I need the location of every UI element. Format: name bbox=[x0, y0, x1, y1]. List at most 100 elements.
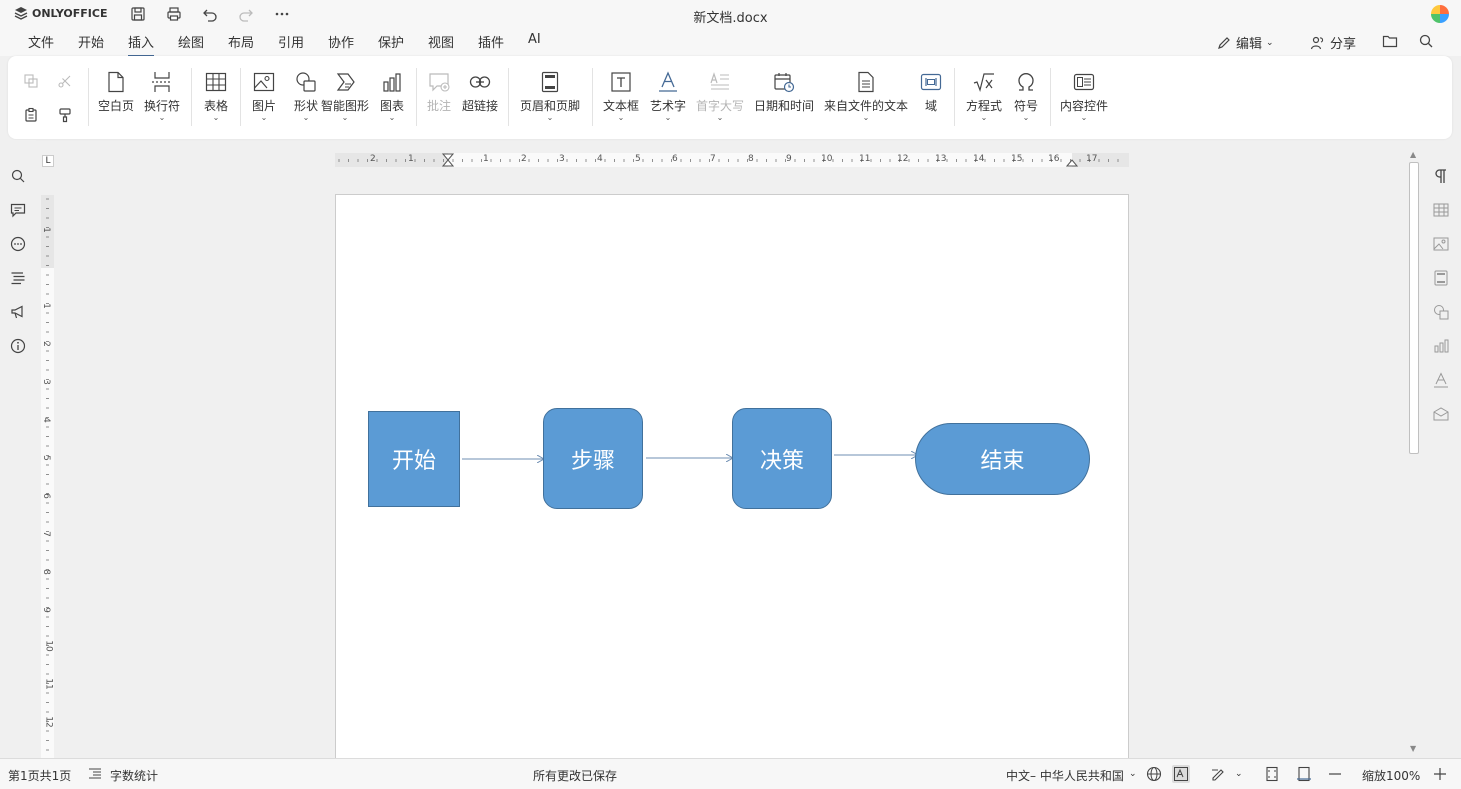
ruler-number: 11 bbox=[43, 678, 54, 690]
content-controls-button[interactable]: 内容控件 ⌄ bbox=[1058, 70, 1110, 130]
shape-settings-icon[interactable] bbox=[1431, 302, 1451, 322]
menu-home[interactable]: 开始 bbox=[78, 32, 104, 55]
zoom-in-icon[interactable] bbox=[1431, 765, 1449, 783]
text-art-button[interactable]: 艺术字 ⌄ bbox=[648, 70, 688, 130]
fit-page-icon[interactable] bbox=[1263, 765, 1281, 783]
paste-icon[interactable] bbox=[20, 104, 42, 126]
smartart-button[interactable]: 智能图形 ⌄ bbox=[320, 70, 370, 130]
feedback-icon[interactable] bbox=[8, 302, 28, 322]
flow-node-end[interactable]: 结束 bbox=[915, 423, 1090, 495]
shape-button[interactable]: 形状 ⌄ bbox=[290, 70, 322, 130]
text-from-file-button[interactable]: 来自文件的文本 ⌄ bbox=[822, 70, 910, 130]
format-painter-icon[interactable] bbox=[54, 104, 76, 126]
edit-mode-button[interactable]: 编辑 ⌄ bbox=[1216, 33, 1274, 52]
comments-icon[interactable] bbox=[8, 200, 28, 220]
language-selector[interactable]: 中文– 中华人民共和国 bbox=[1006, 767, 1124, 784]
text-box-button[interactable]: 文本框 ⌄ bbox=[600, 70, 642, 130]
menu-references[interactable]: 引用 bbox=[278, 32, 304, 55]
undo-icon[interactable] bbox=[200, 4, 220, 24]
share-button[interactable]: 分享 bbox=[1310, 33, 1356, 52]
search-icon[interactable] bbox=[1418, 33, 1434, 49]
navigation-icon[interactable] bbox=[8, 268, 28, 288]
menu-plugins[interactable]: 插件 bbox=[478, 32, 504, 55]
account-icon[interactable] bbox=[1431, 5, 1449, 23]
flow-node-step[interactable]: 步骤 bbox=[543, 408, 643, 509]
paragraph-settings-icon[interactable] bbox=[1431, 166, 1451, 186]
flow-node-decision[interactable]: 决策 bbox=[732, 408, 832, 509]
vertical-scrollbar[interactable]: ▲ ▼ bbox=[1408, 150, 1420, 758]
menu-collaborate[interactable]: 协作 bbox=[328, 32, 354, 55]
horizontal-ruler[interactable]: 2 1 1 2 3 4 5 6 7 8 9 10 11 12 13 14 15 … bbox=[335, 153, 1129, 167]
track-changes-icon[interactable] bbox=[1210, 765, 1228, 783]
image-button[interactable]: 图片 ⌄ bbox=[248, 70, 280, 130]
chevron-down-icon: ⌄ bbox=[158, 113, 166, 122]
table-icon bbox=[204, 70, 228, 94]
scroll-up-icon[interactable]: ▲ bbox=[1410, 150, 1416, 159]
header-footer-settings-icon[interactable] bbox=[1431, 268, 1451, 288]
field-icon bbox=[919, 70, 943, 94]
drop-cap-icon bbox=[708, 70, 732, 94]
image-settings-icon[interactable] bbox=[1431, 234, 1451, 254]
redo-icon[interactable] bbox=[236, 4, 256, 24]
chart-settings-icon[interactable] bbox=[1431, 336, 1451, 356]
zoom-out-icon[interactable] bbox=[1326, 765, 1344, 783]
page-info[interactable]: 第1页共1页 bbox=[8, 767, 71, 784]
ruler-number: 8 bbox=[748, 154, 754, 164]
document-page[interactable]: 开始 步骤 决策 结束 bbox=[335, 194, 1129, 774]
vertical-ruler[interactable]: 1 1 2 3 4 5 6 7 8 9 10 11 12 bbox=[41, 195, 54, 758]
menu-ai[interactable]: AI bbox=[528, 32, 541, 51]
flow-node-start[interactable]: 开始 bbox=[368, 411, 460, 507]
date-time-button[interactable]: 日期和时间 bbox=[752, 70, 816, 130]
menu-protect[interactable]: 保护 bbox=[378, 32, 404, 55]
fit-width-icon[interactable] bbox=[1295, 765, 1313, 783]
right-indent-marker[interactable] bbox=[1066, 153, 1078, 167]
equation-icon bbox=[972, 70, 996, 94]
blank-page-button[interactable]: 空白页 bbox=[96, 70, 136, 130]
tab-stop-selector[interactable]: L bbox=[42, 155, 54, 167]
menu-layout[interactable]: 布局 bbox=[228, 32, 254, 55]
chat-icon[interactable] bbox=[8, 234, 28, 254]
menu-draw[interactable]: 绘图 bbox=[178, 32, 204, 55]
chevron-down-icon: ⌄ bbox=[1235, 769, 1243, 779]
first-line-indent-marker[interactable] bbox=[442, 153, 454, 167]
header-footer-button[interactable]: 页眉和页脚 ⌄ bbox=[516, 70, 584, 130]
globe-icon[interactable] bbox=[1145, 765, 1163, 783]
info-icon[interactable] bbox=[8, 336, 28, 356]
spellcheck-icon[interactable] bbox=[1172, 765, 1190, 783]
text-art-settings-icon[interactable] bbox=[1431, 370, 1451, 390]
page-break-icon bbox=[150, 70, 174, 94]
symbol-button[interactable]: 符号 ⌄ bbox=[1012, 70, 1040, 130]
ruler-number: 7 bbox=[40, 531, 51, 537]
word-count-button[interactable]: 字数统计 bbox=[110, 767, 158, 784]
equation-button[interactable]: 方程式 ⌄ bbox=[964, 70, 1004, 130]
field-button[interactable]: 域 bbox=[918, 70, 944, 130]
table-settings-icon[interactable] bbox=[1431, 200, 1451, 220]
open-file-location-icon[interactable] bbox=[1382, 33, 1398, 49]
chevron-down-icon: ⌄ bbox=[980, 113, 988, 122]
drop-cap-button[interactable]: 首字大写 ⌄ bbox=[694, 70, 746, 130]
break-button[interactable]: 换行符 ⌄ bbox=[142, 70, 182, 130]
print-icon[interactable] bbox=[164, 4, 184, 24]
copy-icon[interactable] bbox=[20, 70, 42, 92]
date-time-label: 日期和时间 bbox=[753, 99, 814, 113]
ruler-number: 4 bbox=[40, 417, 51, 423]
search-icon[interactable] bbox=[8, 166, 28, 186]
onlyoffice-logo-icon bbox=[14, 7, 28, 20]
mail-merge-icon[interactable] bbox=[1431, 404, 1451, 424]
hyperlink-button[interactable]: 超链接 bbox=[462, 70, 498, 130]
comment-button[interactable]: 批注 bbox=[424, 70, 454, 130]
scroll-down-icon[interactable]: ▼ bbox=[1410, 744, 1416, 753]
ruler-number: 6 bbox=[40, 493, 51, 499]
scroll-thumb[interactable] bbox=[1409, 162, 1419, 454]
save-icon[interactable] bbox=[128, 4, 148, 24]
menu-insert[interactable]: 插入 bbox=[128, 32, 155, 57]
more-icon[interactable] bbox=[272, 4, 292, 24]
zoom-level[interactable]: 缩放100% bbox=[1362, 767, 1420, 784]
table-button[interactable]: 表格 ⌄ bbox=[200, 70, 232, 130]
left-sidebar bbox=[0, 140, 36, 758]
ruler-number: 16 bbox=[1048, 154, 1060, 164]
cut-icon[interactable] bbox=[54, 70, 76, 92]
menu-view[interactable]: 视图 bbox=[428, 32, 454, 55]
menu-file[interactable]: 文件 bbox=[28, 32, 54, 55]
chart-button[interactable]: 图表 ⌄ bbox=[378, 70, 406, 130]
